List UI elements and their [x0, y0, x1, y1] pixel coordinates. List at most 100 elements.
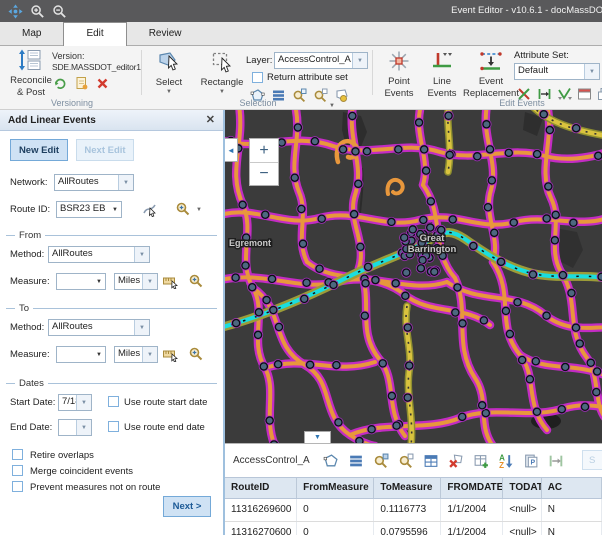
- table-cell: N: [542, 499, 602, 521]
- measure-range-icon[interactable]: [548, 453, 564, 469]
- to-method-select[interactable]: AllRoutes ▼: [48, 319, 150, 336]
- reconcile-label-2: & Post: [17, 87, 45, 98]
- from-measure-unit-select[interactable]: Miles ▼: [114, 273, 158, 290]
- map-place-label: Egremont: [229, 238, 271, 248]
- chevron-down-icon: ▼: [134, 247, 149, 262]
- start-date-input[interactable]: 7/18/ ▼: [58, 394, 92, 411]
- zoom-to-selected-icon[interactable]: [373, 453, 389, 469]
- tab-review[interactable]: Review: [127, 22, 204, 45]
- zoom-out-icon[interactable]: [50, 2, 68, 20]
- event-editor-app: Event Editor - v10.6.1 - docMassDOT Map …: [0, 0, 602, 535]
- show-selected-records-icon[interactable]: [348, 453, 364, 469]
- from-section-label: From: [19, 230, 41, 241]
- new-version-icon[interactable]: [73, 75, 89, 91]
- select-route-on-map-icon[interactable]: [142, 201, 158, 217]
- from-method-label: Method:: [10, 249, 44, 260]
- pan-to-selected-icon[interactable]: [398, 453, 414, 469]
- layer-value: AccessControl_A: [275, 53, 352, 68]
- point-events-label-1: Point: [388, 76, 410, 87]
- table-cell: 0: [297, 499, 374, 521]
- add-to-table-icon[interactable]: [473, 453, 489, 469]
- map-place-label: Great: [420, 233, 446, 244]
- network-select[interactable]: AllRoutes ▼: [54, 174, 134, 191]
- from-method-select[interactable]: AllRoutes ▼: [48, 246, 150, 263]
- rectangle-tool-icon: [210, 49, 234, 76]
- attribute-set-select[interactable]: Default ▼: [514, 63, 600, 80]
- to-measure-input[interactable]: ▼: [56, 346, 106, 363]
- tab-edit[interactable]: Edit: [63, 22, 126, 46]
- table-grid-icon[interactable]: [423, 453, 439, 469]
- pan-icon[interactable]: [6, 2, 24, 20]
- next-button[interactable]: Next >: [163, 496, 211, 517]
- chevron-down-icon: ▼: [219, 89, 225, 95]
- column-header[interactable]: FROMDATE: [441, 478, 503, 498]
- column-header[interactable]: AC: [542, 478, 602, 498]
- zoom-to-route-icon[interactable]: [175, 201, 191, 217]
- table-row[interactable]: 1131626960000.11167731/1/2004<null>N: [225, 499, 602, 522]
- column-header[interactable]: FromMeasure: [297, 478, 374, 498]
- ribbon-tabbar: Map Edit Review: [0, 22, 602, 46]
- point-events-label-2: Events: [384, 88, 413, 99]
- new-edit-button[interactable]: New Edit: [10, 139, 68, 161]
- point-events-button[interactable]: Point Events: [378, 50, 420, 99]
- delete-version-icon[interactable]: [94, 75, 110, 91]
- map-canvas: Egremont GreatBarrington: [225, 110, 602, 443]
- measure-on-map-icon[interactable]: [162, 346, 178, 362]
- from-measure-input[interactable]: ▼: [56, 273, 106, 290]
- table-layer-name: AccessControl_A: [233, 455, 310, 466]
- column-header[interactable]: TODATE: [503, 478, 541, 498]
- zoom-to-measure-icon[interactable]: [188, 273, 204, 289]
- line-events-button[interactable]: Line Events: [423, 50, 461, 99]
- close-icon[interactable]: ✕: [206, 115, 215, 126]
- to-measure-value: [57, 347, 93, 362]
- ribbon: Reconcile & Post Version: SDE.MASSDOT_ed…: [0, 46, 602, 110]
- layer-select[interactable]: AccessControl_A ▼: [274, 52, 368, 69]
- retire-overlaps-checkbox[interactable]: [12, 449, 23, 460]
- to-measure-unit-select[interactable]: Miles ▼: [114, 346, 158, 363]
- map-viewport[interactable]: Egremont GreatBarrington ◄ + − ▼: [225, 110, 602, 443]
- use-route-start-checkbox[interactable]: [108, 396, 119, 407]
- refresh-version-icon[interactable]: [52, 75, 68, 91]
- column-header[interactable]: ToMeasure: [374, 478, 441, 498]
- map-place-label: Barrington: [408, 244, 457, 255]
- select-button[interactable]: Select ▼: [146, 49, 192, 95]
- to-measure-unit: Miles: [115, 347, 142, 362]
- versioning-group-label: Versioning: [8, 98, 136, 108]
- select-features-icon[interactable]: [323, 453, 339, 469]
- rectangle-label: Rectangle: [201, 77, 244, 88]
- merge-coincident-checkbox[interactable]: [12, 465, 23, 476]
- event-replacement-label-1: Event: [479, 76, 503, 87]
- end-date-input[interactable]: ▼: [58, 419, 92, 436]
- prevent-measures-label: Prevent measures not on route: [30, 482, 160, 493]
- dates-section-label: Dates: [19, 378, 44, 389]
- tab-map[interactable]: Map: [0, 22, 63, 45]
- rectangle-select-button[interactable]: Rectangle ▼: [196, 49, 248, 95]
- reconcile-label-1: Reconcile: [10, 75, 52, 86]
- start-date-value: 7/18/: [59, 395, 76, 410]
- chevron-down-icon[interactable]: ▼: [196, 207, 202, 213]
- zoom-in-icon[interactable]: [28, 2, 46, 20]
- sort-az-icon[interactable]: A Z: [498, 453, 514, 469]
- chevron-down-icon: ▼: [142, 274, 157, 289]
- use-route-end-checkbox[interactable]: [108, 421, 119, 432]
- titlebar: Event Editor - v10.6.1 - docMassDOT: [0, 0, 602, 22]
- save-button[interactable]: S: [582, 450, 602, 470]
- route-id-select[interactable]: BSR23 EB ▼: [56, 201, 122, 218]
- collapse-table-button[interactable]: ▼: [304, 431, 331, 443]
- collapse-panel-button[interactable]: ◄: [225, 138, 238, 162]
- attribute-report-icon[interactable]: P: [523, 453, 539, 469]
- chevron-down-icon: ▼: [118, 175, 133, 190]
- prevent-measures-checkbox[interactable]: [12, 481, 23, 492]
- layer-label: Layer:: [246, 55, 272, 66]
- map-zoom-in-button[interactable]: +: [250, 139, 278, 162]
- column-header[interactable]: RouteID: [225, 478, 297, 498]
- zoom-to-measure-icon[interactable]: [188, 346, 204, 362]
- table-row[interactable]: 1131627060000.07955961/1/2004<null>N: [225, 522, 602, 535]
- return-attribute-checkbox[interactable]: [252, 72, 263, 83]
- stacked-windows-icon[interactable]: [596, 86, 602, 102]
- map-zoom-out-button[interactable]: −: [250, 162, 278, 185]
- clear-selection-icon[interactable]: [448, 453, 464, 469]
- measure-on-map-icon[interactable]: [162, 273, 178, 289]
- next-edit-button[interactable]: Next Edit: [76, 139, 134, 161]
- line-events-label-2: Events: [427, 88, 456, 99]
